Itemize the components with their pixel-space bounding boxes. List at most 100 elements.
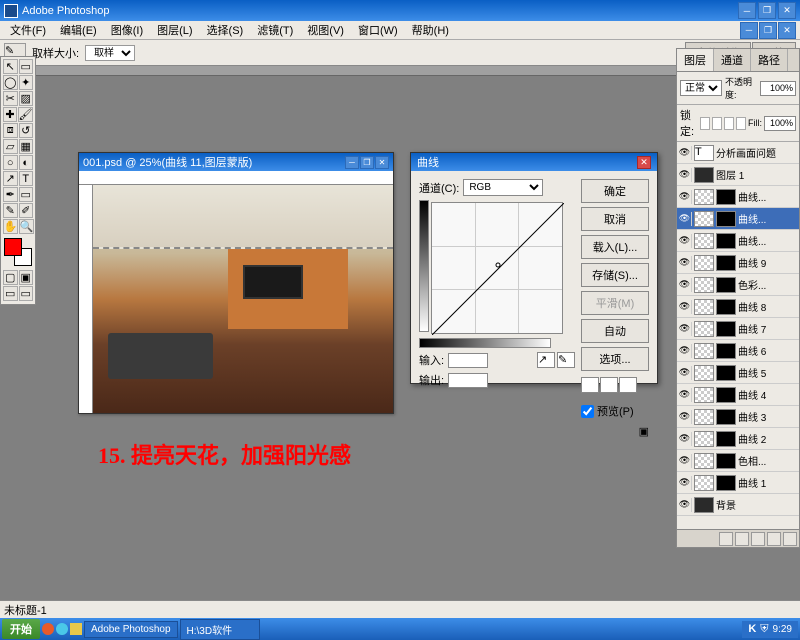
layer-item[interactable]: 👁色相...	[677, 450, 799, 472]
quickmask-on[interactable]: ▣	[19, 270, 34, 285]
layer-thumb[interactable]	[694, 277, 714, 293]
tray-icon-shield[interactable]: ⛨	[760, 623, 768, 636]
layers-list[interactable]: 👁T分析画面问题👁图层 1👁曲线...👁曲线...👁曲线...👁曲线 9👁色彩.…	[677, 142, 799, 570]
layer-item[interactable]: 👁图层 1	[677, 164, 799, 186]
layer-thumb[interactable]	[694, 431, 714, 447]
new-folder-icon[interactable]	[751, 532, 765, 546]
layer-thumb[interactable]	[694, 167, 714, 183]
tray-icon-k[interactable]: K	[748, 623, 756, 635]
layer-mask-thumb[interactable]	[716, 343, 736, 359]
visibility-toggle[interactable]: 👁	[678, 454, 692, 468]
visibility-toggle[interactable]: 👁	[678, 432, 692, 446]
foreground-color[interactable]	[4, 238, 22, 256]
layer-mask-thumb[interactable]	[716, 211, 736, 227]
menu-window[interactable]: 窗口(W)	[352, 20, 404, 40]
minimize-button[interactable]: ─	[738, 2, 756, 19]
canvas[interactable]	[93, 185, 393, 413]
layer-thumb[interactable]: T	[694, 145, 714, 161]
tab-channels[interactable]: 通道	[714, 49, 751, 71]
visibility-toggle[interactable]: 👁	[678, 168, 692, 182]
input-value[interactable]	[448, 353, 488, 368]
layer-thumb[interactable]	[694, 453, 714, 469]
layer-item[interactable]: 👁曲线 3	[677, 406, 799, 428]
layer-thumb[interactable]	[694, 233, 714, 249]
save-button[interactable]: 存储(S)...	[581, 263, 649, 287]
delete-layer-icon[interactable]	[783, 532, 797, 546]
curves-close-button[interactable]: ✕	[637, 156, 651, 169]
options-button[interactable]: 选项...	[581, 347, 649, 371]
visibility-toggle[interactable]: 👁	[678, 256, 692, 270]
auto-button[interactable]: 自动	[581, 319, 649, 343]
type-tool[interactable]: T	[19, 171, 34, 186]
layer-item[interactable]: 👁曲线...	[677, 186, 799, 208]
clock[interactable]: 9:29	[773, 624, 792, 635]
pen-tool[interactable]: ✒	[3, 187, 18, 202]
tray-app-icon[interactable]	[42, 623, 54, 635]
move-tool[interactable]: ↖	[3, 59, 18, 74]
new-mask-icon[interactable]	[735, 532, 749, 546]
layer-item[interactable]: 👁曲线 2	[677, 428, 799, 450]
layer-item[interactable]: 👁曲线 4	[677, 384, 799, 406]
crop-tool[interactable]: ✂	[3, 91, 18, 106]
layer-item[interactable]: 👁曲线...	[677, 230, 799, 252]
visibility-toggle[interactable]: 👁	[678, 410, 692, 424]
eraser-tool[interactable]: ▱	[3, 139, 18, 154]
tab-paths[interactable]: 路径	[751, 49, 788, 71]
layer-mask-thumb[interactable]	[716, 453, 736, 469]
opacity-input[interactable]	[760, 81, 796, 96]
layer-mask-thumb[interactable]	[716, 475, 736, 491]
doc-close-button[interactable]: ✕	[375, 156, 389, 169]
visibility-toggle[interactable]: 👁	[678, 190, 692, 204]
lock-pixels-icon[interactable]	[712, 117, 722, 130]
doc-close-button[interactable]: ✕	[778, 22, 796, 39]
curve-graph[interactable]	[431, 202, 563, 334]
preview-checkbox[interactable]	[581, 405, 594, 418]
taskbar-item-photoshop[interactable]: Adobe Photoshop	[84, 621, 178, 638]
gradient-tool[interactable]: ▦	[19, 139, 34, 154]
layer-item[interactable]: 👁色彩...	[677, 274, 799, 296]
ok-button[interactable]: 确定	[581, 179, 649, 203]
blend-mode-select[interactable]: 正常	[680, 80, 722, 96]
visibility-toggle[interactable]: 👁	[678, 278, 692, 292]
blur-tool[interactable]: ○	[3, 155, 18, 170]
path-tool[interactable]: ↗	[3, 171, 18, 186]
layer-thumb[interactable]	[694, 255, 714, 271]
doc-minimize-button[interactable]: ─	[740, 22, 758, 39]
cancel-button[interactable]: 取消	[581, 207, 649, 231]
visibility-toggle[interactable]: 👁	[678, 322, 692, 336]
shape-tool[interactable]: ▭	[19, 187, 34, 202]
eyedropper-gray-icon[interactable]	[600, 377, 618, 393]
slice-tool[interactable]: ▨	[19, 91, 34, 106]
layer-thumb[interactable]	[694, 387, 714, 403]
marquee-tool[interactable]: ▭	[19, 59, 34, 74]
layer-thumb[interactable]	[694, 211, 714, 227]
hand-tool[interactable]: ✋	[3, 219, 18, 234]
dodge-tool[interactable]: ◐	[19, 155, 34, 170]
visibility-toggle[interactable]: 👁	[678, 146, 692, 160]
layer-thumb[interactable]	[694, 409, 714, 425]
start-button[interactable]: 开始	[2, 619, 40, 639]
screen-mode-1[interactable]: ▭	[3, 286, 18, 301]
layer-item[interactable]: 👁曲线 5	[677, 362, 799, 384]
visibility-toggle[interactable]: 👁	[678, 300, 692, 314]
layer-thumb[interactable]	[694, 321, 714, 337]
layer-mask-thumb[interactable]	[716, 189, 736, 205]
eyedropper-tool[interactable]: ✐	[19, 203, 34, 218]
visibility-toggle[interactable]: 👁	[678, 234, 692, 248]
layer-thumb[interactable]	[694, 299, 714, 315]
menu-image[interactable]: 图像(I)	[105, 20, 149, 40]
close-button[interactable]: ✕	[778, 2, 796, 19]
layer-item[interactable]: 👁曲线...	[677, 208, 799, 230]
lasso-tool[interactable]: ◯	[3, 75, 18, 90]
visibility-toggle[interactable]: 👁	[678, 498, 692, 512]
menu-help[interactable]: 帮助(H)	[406, 20, 455, 40]
layer-mask-thumb[interactable]	[716, 233, 736, 249]
layer-mask-thumb[interactable]	[716, 299, 736, 315]
load-button[interactable]: 载入(L)...	[581, 235, 649, 259]
stamp-tool[interactable]: ⧈	[3, 123, 18, 138]
visibility-toggle[interactable]: 👁	[678, 344, 692, 358]
menu-select[interactable]: 选择(S)	[201, 20, 250, 40]
visibility-toggle[interactable]: 👁	[678, 476, 692, 490]
tray-app-icon-3[interactable]	[70, 623, 82, 635]
layer-item[interactable]: 👁T分析画面问题	[677, 142, 799, 164]
